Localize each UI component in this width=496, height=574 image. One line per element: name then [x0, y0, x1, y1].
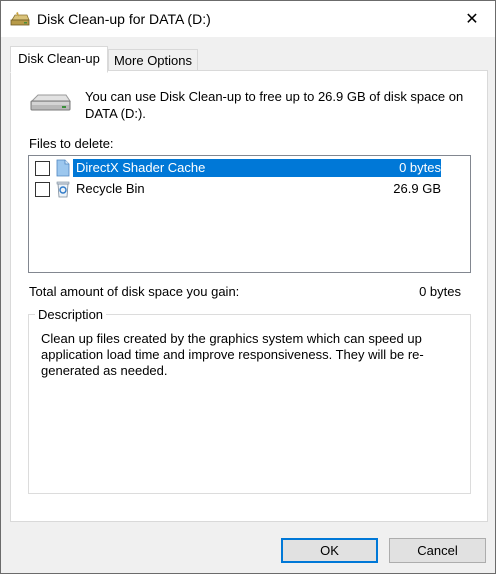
close-button[interactable]: ✕ [449, 1, 495, 37]
ok-button[interactable]: OK [281, 538, 378, 563]
tab-more-options[interactable]: More Options [108, 49, 198, 72]
description-text: Clean up files created by the graphics s… [41, 331, 424, 378]
cancel-button[interactable]: Cancel [389, 538, 486, 563]
file-name: Recycle Bin [76, 181, 145, 196]
description-legend: Description [35, 307, 107, 322]
disk-cleanup-dialog: Disk Clean-up for DATA (D:) ✕ Disk Clean… [0, 0, 496, 574]
files-to-delete-label: Files to delete: [29, 136, 114, 151]
file-checkbox[interactable] [35, 161, 50, 176]
file-name: DirectX Shader Cache [76, 160, 206, 175]
total-space-label: Total amount of disk space you gain: [29, 284, 240, 299]
tab-panel: You can use Disk Clean-up to free up to … [10, 70, 488, 522]
tab-disk-cleanup[interactable]: Disk Clean-up [10, 46, 108, 73]
page-icon [55, 159, 71, 177]
title-bar[interactable]: Disk Clean-up for DATA (D:) ✕ [1, 1, 495, 37]
window-title: Disk Clean-up for DATA (D:) [37, 11, 211, 27]
file-size: 26.9 GB [393, 181, 441, 196]
files-list[interactable]: DirectX Shader Cache 0 bytes Recycle Bin… [28, 155, 471, 273]
intro-text: You can use Disk Clean-up to free up to … [85, 89, 464, 121]
recycle-bin-icon [55, 180, 71, 198]
file-item-recycle-bin[interactable]: Recycle Bin 26.9 GB [29, 179, 470, 200]
description-group: Description Clean up files created by th… [28, 307, 471, 494]
total-space-value: 0 bytes [419, 284, 461, 299]
close-icon: ✕ [465, 11, 479, 28]
file-checkbox[interactable] [35, 182, 50, 197]
hard-drive-icon [28, 89, 72, 117]
file-item-directx-shader-cache[interactable]: DirectX Shader Cache 0 bytes [29, 158, 470, 179]
disk-cleanup-app-icon [10, 11, 30, 27]
file-size: 0 bytes [399, 160, 441, 175]
